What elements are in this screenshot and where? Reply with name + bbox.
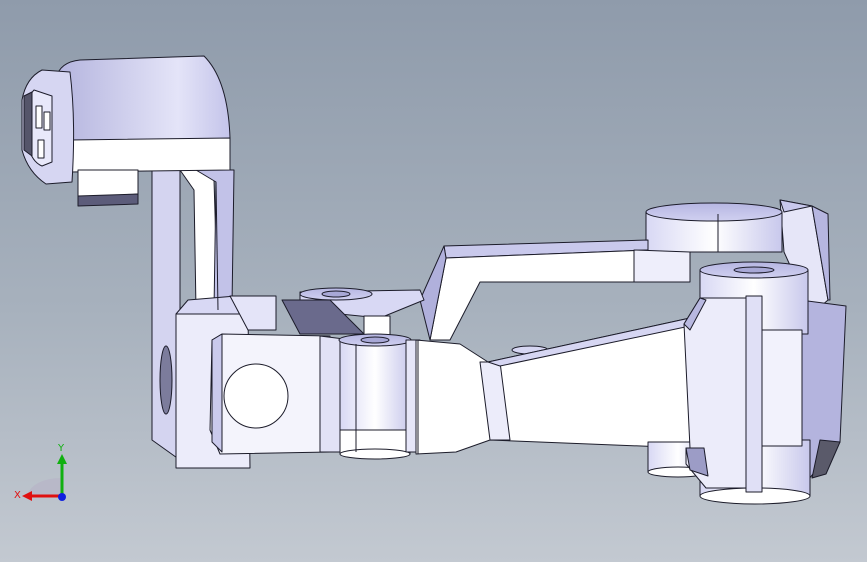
forearm-link[interactable] xyxy=(415,317,691,455)
cad-viewport[interactable]: Y X xyxy=(0,0,867,562)
center-pin-cylinder[interactable] xyxy=(338,333,421,460)
y-axis-label: Y xyxy=(57,443,65,454)
robotic-arm-3d-model[interactable] xyxy=(0,0,867,562)
y-axis-arrowhead xyxy=(57,454,67,464)
z-axis-dot xyxy=(58,493,66,501)
shoulder-joint-plate[interactable] xyxy=(209,333,353,455)
coordinate-triad: Y X xyxy=(14,443,67,501)
x-axis-label: X xyxy=(14,490,21,501)
x-axis-arrowhead xyxy=(22,491,32,501)
middle-small-joint[interactable] xyxy=(281,287,425,337)
